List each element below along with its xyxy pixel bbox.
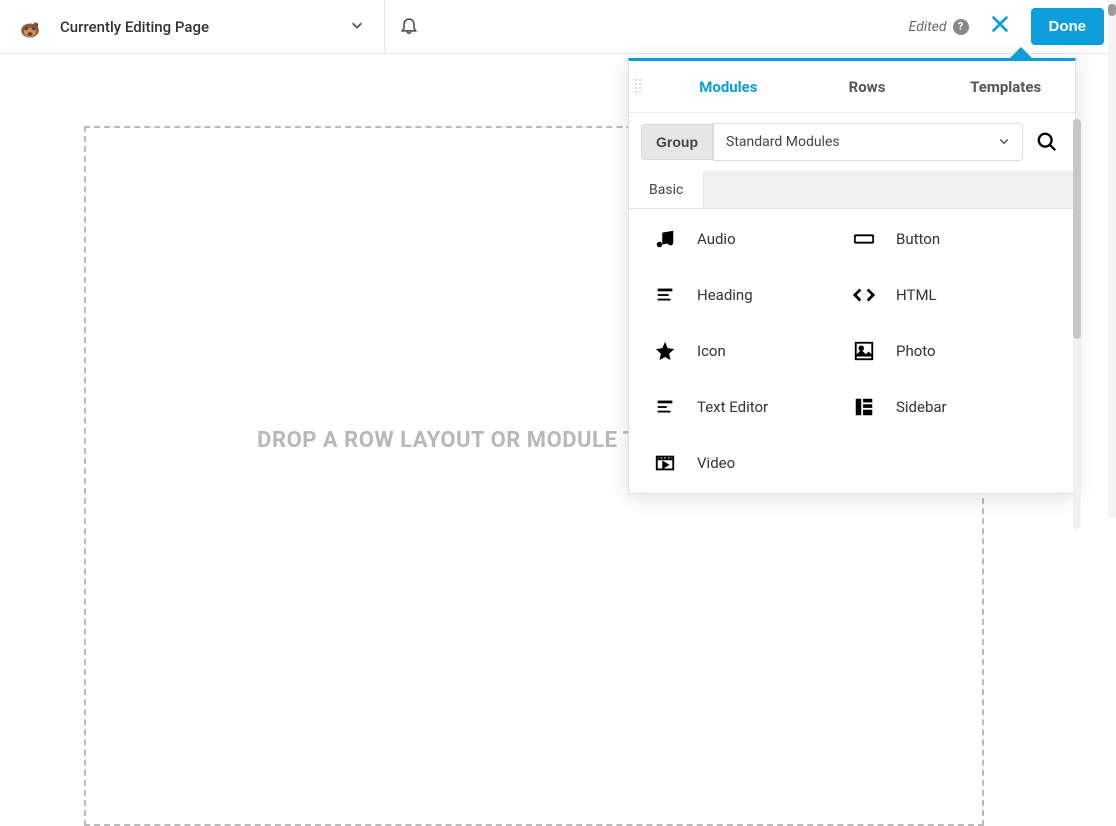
top-bar: Currently Editing Page Edited ? Done <box>0 0 1116 54</box>
module-label: Video <box>697 454 735 472</box>
group-toggle[interactable]: Group <box>641 124 713 160</box>
module-html[interactable]: HTML <box>852 283 1051 307</box>
module-audio[interactable]: Audio <box>653 227 852 251</box>
module-label: Sidebar <box>896 398 947 416</box>
panel-arrow <box>1009 47 1033 59</box>
module-photo[interactable]: Photo <box>852 339 1051 363</box>
panel-drag-handle[interactable] <box>635 79 641 93</box>
page-title-selector[interactable]: Currently Editing Page <box>60 12 370 42</box>
module-label: Photo <box>896 342 936 360</box>
module-label: Audio <box>697 230 736 248</box>
button-icon <box>852 227 876 251</box>
module-video[interactable]: Video <box>653 451 852 475</box>
notifications-button[interactable] <box>399 15 419 39</box>
section-tab-basic[interactable]: Basic <box>629 171 704 208</box>
photo-icon <box>852 339 876 363</box>
tab-templates[interactable]: Templates <box>936 78 1075 96</box>
code-icon <box>852 283 876 307</box>
scrollbar-thumb[interactable] <box>1108 4 1116 16</box>
module-text-editor[interactable]: Text Editor <box>653 395 852 419</box>
module-button[interactable]: Button <box>852 227 1051 251</box>
module-label: Button <box>896 230 940 248</box>
video-icon <box>653 451 677 475</box>
tab-modules[interactable]: Modules <box>659 78 798 96</box>
music-note-icon <box>653 227 677 251</box>
module-label: Icon <box>697 342 726 360</box>
panel-filter-row: Group Standard Modules <box>629 113 1075 172</box>
sidebar-icon <box>852 395 876 419</box>
module-group-select[interactable]: Standard Modules <box>713 123 1023 161</box>
chevron-down-icon[interactable] <box>344 12 370 42</box>
search-button[interactable] <box>1031 126 1063 158</box>
close-panel-button[interactable] <box>985 12 1015 42</box>
heading-icon <box>653 283 677 307</box>
modules-grid: Audio Button Heading HTML Icon Photo Tex… <box>629 209 1075 493</box>
module-label: HTML <box>896 286 937 304</box>
page-title: Currently Editing Page <box>60 18 209 36</box>
edit-status: Edited <box>909 19 947 35</box>
help-icon[interactable]: ? <box>953 19 969 35</box>
divider <box>384 0 385 54</box>
select-value: Standard Modules <box>726 134 840 150</box>
content-panel: Modules Rows Templates Group Standard Mo… <box>628 58 1076 494</box>
tab-rows[interactable]: Rows <box>798 78 937 96</box>
chevron-down-icon <box>998 135 1010 150</box>
module-heading[interactable]: Heading <box>653 283 852 307</box>
module-label: Text Editor <box>697 398 768 416</box>
section-tabs: Basic <box>629 172 1075 209</box>
panel-scrollbar[interactable] <box>1073 119 1081 529</box>
star-icon <box>653 339 677 363</box>
module-icon[interactable]: Icon <box>653 339 852 363</box>
page-scrollbar[interactable] <box>1108 0 1116 518</box>
done-button[interactable]: Done <box>1031 8 1105 45</box>
app-logo <box>12 11 48 43</box>
panel-tabs: Modules Rows Templates <box>629 61 1075 113</box>
module-label: Heading <box>697 286 753 304</box>
scrollbar-thumb[interactable] <box>1073 119 1081 339</box>
module-sidebar[interactable]: Sidebar <box>852 395 1051 419</box>
text-lines-icon <box>653 395 677 419</box>
